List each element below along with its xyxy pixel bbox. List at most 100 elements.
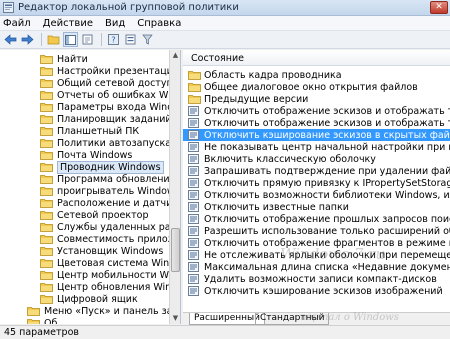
policy-icon: [188, 190, 199, 200]
list-item[interactable]: Отключить возможности библиотеки Windows…: [183, 189, 450, 201]
view-tabs: Расширенный Стандартный: [183, 312, 450, 325]
menu-file[interactable]: Файл: [3, 18, 31, 29]
tree-item-label: Центр обновления Windows: [57, 281, 180, 293]
tree-item[interactable]: Планировщик заданий: [40, 113, 172, 125]
policy-icon: [188, 130, 199, 140]
menu-help[interactable]: Справка: [137, 18, 181, 29]
list-item[interactable]: Не показывать центр начальной настройки …: [183, 141, 450, 153]
tree-item[interactable]: Совместимость приложений: [40, 233, 180, 245]
policy-icon: [188, 286, 199, 296]
tree-item[interactable]: Политики автозапуска: [40, 137, 171, 149]
list-item[interactable]: Разрешить использование только расширени…: [183, 225, 450, 237]
back-icon[interactable]: [3, 32, 18, 47]
list-item[interactable]: Отключить известные папки: [183, 201, 450, 213]
help-icon[interactable]: ?: [106, 32, 121, 47]
list-item-label: Отключить кэширование эскизов в скрытых …: [204, 129, 450, 141]
folder-icon: [40, 258, 53, 268]
tree-item-label: Найти: [57, 53, 88, 65]
list-item[interactable]: Отключить отображение прошлых запросов п…: [183, 213, 450, 225]
menu-action[interactable]: Действие: [43, 18, 93, 29]
tree-item[interactable]: Почта Windows: [40, 149, 132, 161]
list-item[interactable]: Удалить возможности записи компакт-диско…: [183, 273, 450, 285]
policy-icon: [188, 178, 199, 188]
tree-item-label: Планшетный ПК: [57, 125, 140, 137]
tree-item-label: Расположение и датчики: [57, 197, 181, 209]
tree-item[interactable]: Центр обновления Windows: [40, 281, 180, 293]
list-item-label: Не отслеживать ярлыки оболочки при перем…: [204, 249, 450, 261]
tree-item[interactable]: Цифровой ящик: [40, 293, 138, 305]
list-item[interactable]: Отключить отображение фрагментов в режим…: [183, 237, 450, 249]
show-hide-tree-icon[interactable]: [63, 32, 78, 47]
tree-item-label: Проводник Windows: [57, 160, 164, 174]
tab-standard[interactable]: Стандартный: [255, 313, 330, 325]
menu-view[interactable]: Вид: [105, 18, 125, 29]
tree-item-selected[interactable]: Проводник Windows: [40, 160, 164, 174]
tree-item[interactable]: проигрыватель Windows Me: [40, 185, 180, 197]
tree-item[interactable]: Планшетный ПК: [40, 125, 139, 137]
list-item-label: Область кадра проводника: [204, 69, 342, 81]
tree-item[interactable]: Цветовая система Windows C: [40, 257, 180, 269]
status-bar: 45 параметров: [0, 325, 450, 339]
policy-icon: [188, 142, 199, 152]
folder-icon: [40, 150, 53, 160]
list-item-selected[interactable]: Отключить кэширование эскизов в скрытых …: [183, 129, 450, 141]
tree-item[interactable]: Центр мобильности Windows: [40, 269, 180, 281]
list-item-label: Удалить возможности записи компакт-диско…: [204, 273, 437, 285]
tree-scrollbar[interactable]: ▲ ▼: [169, 50, 180, 324]
tree-item[interactable]: Сетевой проектор: [40, 209, 148, 221]
list-item[interactable]: Отключить отображение эскизов и отобража…: [183, 117, 450, 129]
close-button[interactable]: ✕: [430, 1, 448, 14]
scroll-down-arrow-icon[interactable]: ▼: [170, 313, 180, 324]
scroll-up-arrow-icon[interactable]: ▲: [170, 50, 180, 61]
export-list-icon[interactable]: [80, 32, 95, 47]
tree-item-label: Политики автозапуска: [57, 137, 172, 149]
tree-item[interactable]: Отчеты об ошибках Windows: [40, 89, 180, 101]
scrollbar-thumb[interactable]: [171, 228, 180, 272]
list-item[interactable]: Предыдущие версии: [183, 93, 450, 105]
folder-icon: [188, 82, 201, 92]
list-item-label: Общее диалоговое окно открытия файлов: [204, 81, 418, 93]
list-item[interactable]: Запрашивать подтверждение при удалении ф…: [183, 165, 450, 177]
tree-item-label: Об: [44, 317, 58, 325]
folder-icon: [40, 282, 53, 292]
list-item[interactable]: Общее диалоговое окно открытия файлов: [183, 81, 450, 93]
tree-item[interactable]: Общий сетевой доступ: [40, 77, 173, 89]
folder-icon: [27, 306, 40, 316]
tree-item[interactable]: Установщик Windows: [40, 245, 163, 257]
tree-item[interactable]: Об: [27, 317, 57, 324]
folder-icon: [188, 94, 201, 104]
policy-icon: [188, 214, 199, 224]
tree-item[interactable]: Программа обновления Wi: [40, 173, 180, 185]
list-item[interactable]: Отключить кэширование эскизов изображени…: [183, 285, 450, 297]
tree-item[interactable]: Расположение и датчики: [40, 197, 181, 209]
list-item[interactable]: Включить классическую оболочку: [183, 153, 450, 165]
tree-item-label: Меню «Пуск» и панель задач: [44, 305, 181, 317]
list-item[interactable]: Не отслеживать ярлыки оболочки при перем…: [183, 249, 450, 261]
policy-icon: [188, 238, 199, 248]
folder-icon: [40, 234, 53, 244]
tree-item[interactable]: Параметры входа Windows: [40, 101, 180, 113]
list-item[interactable]: Отключить отображение эскизов и отобража…: [183, 105, 450, 117]
list-item[interactable]: Отключить прямую привязку к IPropertySet…: [183, 177, 450, 189]
list-item-label: Предыдущие версии: [204, 93, 309, 105]
up-folder-icon[interactable]: [46, 32, 61, 47]
folder-icon: [40, 294, 53, 304]
list-item[interactable]: Максимальная длина списка «Недавние доку…: [183, 261, 450, 273]
toolbar-separator: [101, 33, 102, 46]
tree-item[interactable]: Меню «Пуск» и панель задач: [27, 305, 181, 317]
forward-icon[interactable]: [20, 32, 35, 47]
properties-icon[interactable]: [123, 32, 138, 47]
tab-extended[interactable]: Расширенный: [189, 313, 265, 325]
list-item[interactable]: Область кадра проводника: [183, 69, 450, 81]
tree-item[interactable]: Найти: [40, 53, 88, 65]
tree-item[interactable]: Настройки презентации: [40, 65, 179, 77]
list-item-label: Отключить кэширование эскизов изображени…: [204, 285, 443, 297]
tree-item-label: Почта Windows: [57, 149, 133, 161]
column-header-state[interactable]: Состояние: [191, 53, 244, 64]
tree-item-label: Отчеты об ошибках Windows: [57, 89, 180, 101]
list-header[interactable]: Состояние: [183, 50, 450, 66]
filter-icon[interactable]: [140, 32, 155, 47]
folder-icon: [40, 270, 53, 280]
tree-item-label: Установщик Windows: [57, 245, 164, 257]
tree-item[interactable]: Службы удаленных рабочих: [40, 221, 180, 233]
